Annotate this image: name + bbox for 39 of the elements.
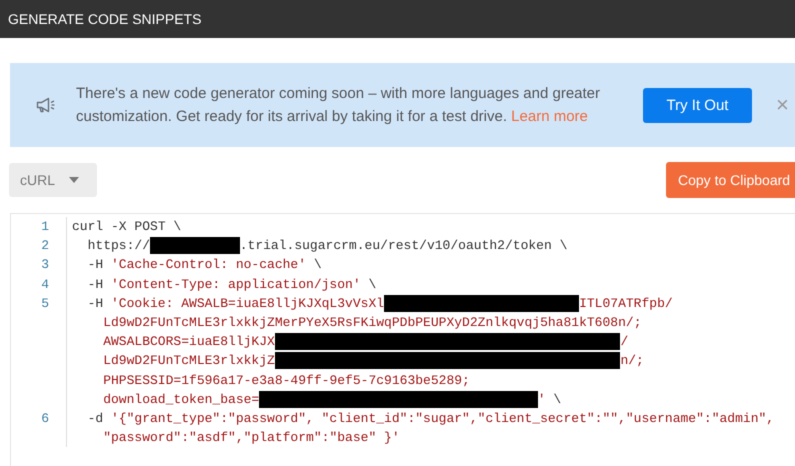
line-number: 2	[11, 236, 67, 256]
banner-message: There's a new code generator coming soon – with more languages and greater customization. Get ready for its arrival by taking it for a test drive. Learn more	[76, 84, 602, 127]
code-text: 'Cache-Control: no-cache'	[111, 256, 306, 274]
try-it-out-button[interactable]: Try It Out	[643, 88, 752, 122]
line-number: 3	[11, 255, 67, 275]
code-text: .trial.sugarcrm.eu/rest/v10/oauth2/token \	[240, 237, 568, 256]
line-number: 5	[11, 294, 67, 313]
code-text: \	[552, 390, 562, 409]
code-text: Ld9wD2FUnTcMLE3rlxkkjZ	[103, 352, 275, 370]
line-number: 1	[11, 217, 67, 236]
code-text: 'Cookie: AWSALB=iuaE8lljKJXqL3vVsXl	[111, 294, 384, 313]
code-text: /	[620, 333, 628, 352]
code-text: Ld9wD2FUnTcMLE3rlxkkjZMerPYeX5RsFKiwqPDbPEUPXyD2Znlkqvqj5ha81kT608n/;	[103, 314, 642, 332]
code-text: -H	[88, 276, 104, 294]
code-text: PHPSESSID=1f596a17-e3a8-49ff-9ef5-7c9163be5289;	[103, 372, 470, 390]
code-text: https://	[88, 237, 150, 256]
code-text: download_token_base=	[103, 390, 260, 409]
close-button[interactable]: ×	[772, 92, 793, 118]
line-number: 6	[11, 408, 67, 428]
code-text: -H	[88, 294, 104, 313]
code-text: \	[367, 276, 376, 294]
learn-more-link[interactable]: Learn more	[511, 108, 588, 125]
code-text: ITL07ATRfpb/	[579, 294, 673, 313]
code-text: "password":"asdf","platform":"base" }'	[103, 429, 400, 448]
megaphone-icon	[36, 97, 56, 113]
caret-icon	[69, 177, 80, 183]
language-dropdown[interactable]: cURL	[9, 163, 97, 197]
code-text: AWSALBCORS=iuaE8lljKJX	[103, 333, 275, 352]
code-text: 'Content-Type: application/json'	[111, 276, 361, 294]
code-text: -d	[88, 410, 104, 428]
code-text: -H	[88, 256, 104, 274]
copy-to-clipboard-button[interactable]: Copy to Clipboard	[666, 162, 795, 198]
code-text: curl -X POST \	[72, 218, 182, 236]
code-text: n/;	[620, 352, 644, 370]
code-text: \	[312, 256, 322, 274]
line-number: 4	[11, 274, 67, 294]
code-text: '	[538, 390, 546, 409]
dialog-title: GENERATE CODE SNIPPETS	[8, 11, 202, 27]
code-text: '{"grant_type":"password", "client_id":"sugar","client_secret":"","username":"admin",	[111, 410, 774, 428]
